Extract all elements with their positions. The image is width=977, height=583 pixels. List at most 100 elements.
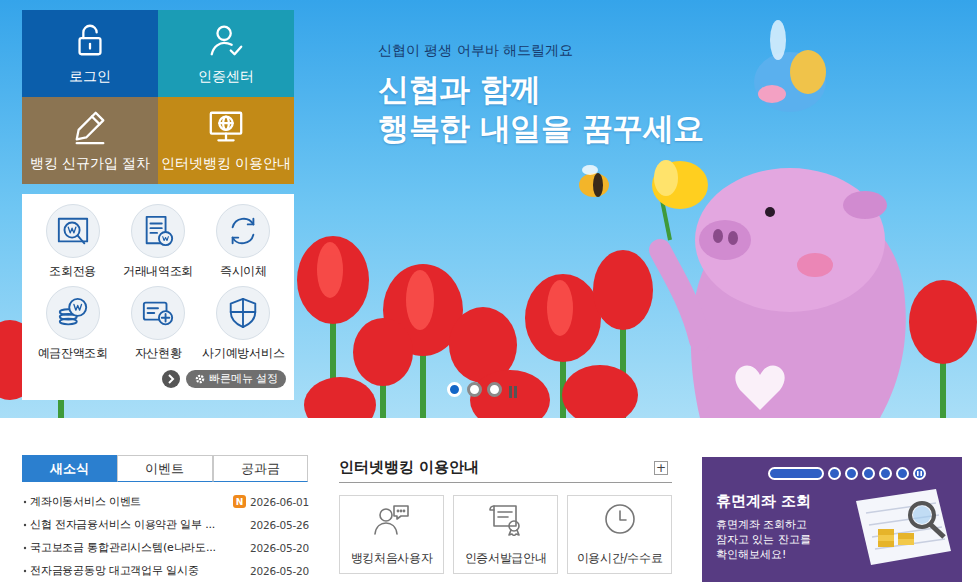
news-title-wrap: 계좌이동서비스 이벤트 N xyxy=(30,494,250,509)
lock-icon xyxy=(71,21,109,59)
dormant-slide-dot[interactable] xyxy=(845,467,858,480)
quick-menu-label: 예금잔액조회 xyxy=(38,345,108,362)
news-item[interactable]: 전자금융공동망 대고객업무 일시중2026-05-20 xyxy=(22,559,308,582)
monitor-globe-icon xyxy=(207,108,245,146)
next-arrow-icon xyxy=(162,370,180,388)
quick-menu-circle xyxy=(216,204,270,258)
news-title: 계좌이동서비스 이벤트 xyxy=(30,494,141,509)
tile-label: 인증센터 xyxy=(198,68,254,86)
main-tile[interactable]: 인터넷뱅킹 이용안내 xyxy=(158,97,294,184)
pause-icon xyxy=(913,467,926,480)
news-item[interactable]: 국고보조금 통합관리시스템(e나라도... 2026-05-20 xyxy=(22,536,308,559)
quick-menu-item[interactable]: 예금잔액조회 xyxy=(30,286,115,362)
banner-title: 신협과 함께 xyxy=(378,70,704,109)
quick-menu-footer: 빠른메뉴 설정 xyxy=(30,370,286,388)
guide-card[interactable]: 인증서발급안내 xyxy=(453,495,558,574)
quick-menu-item[interactable]: 사기예방서비스 xyxy=(201,286,286,362)
tile-label: 뱅킹 신규가입 절차 xyxy=(30,155,151,173)
news-title-wrap: 신협 전자금융서비스 이용약관 일부 ... xyxy=(30,517,250,532)
tile-label: 로그인 xyxy=(69,68,111,86)
description-line: 확인해보세요! xyxy=(716,547,948,562)
news-title-wrap: 전자금융공동망 대고객업무 일시중 xyxy=(30,563,250,578)
banner-subtitle: 신협이 평생 어부바 해드릴게요 xyxy=(378,42,704,60)
users-chat-icon xyxy=(372,502,412,542)
guide-card[interactable]: 뱅킹처음사용자 xyxy=(339,495,444,574)
transfer-arrows-icon xyxy=(226,214,260,248)
new-badge: N xyxy=(233,495,246,508)
main-tiles: 로그인 인증센터뱅킹 신규가입 절차 인터넷뱅킹 이용안내 xyxy=(22,10,294,184)
news-tab[interactable]: 공과금 xyxy=(213,455,308,482)
settings-label: 빠른메뉴 설정 xyxy=(209,372,278,386)
description-line: 휴면계좌 조회하고 xyxy=(716,517,948,532)
dormant-slide-dot[interactable] xyxy=(896,467,909,480)
quick-menu-label: 즉시이체 xyxy=(220,263,267,280)
slide-dot[interactable] xyxy=(447,382,462,397)
dormant-slide-dot[interactable] xyxy=(828,467,841,480)
guide-card-label: 인증서발급안내 xyxy=(465,550,547,567)
quick-panel: 로그인 인증센터뱅킹 신규가입 절차 인터넷뱅킹 이용안내 조회전용 거래내역조회 즉시… xyxy=(22,10,294,400)
more-button[interactable]: + xyxy=(654,461,668,475)
quick-menu-label: 자산현황 xyxy=(135,345,182,362)
news-date: 2026-05-26 xyxy=(250,519,308,531)
guide-card-label: 뱅킹처음사용자 xyxy=(351,550,433,567)
clock-icon xyxy=(600,502,640,542)
bullet-icon xyxy=(22,544,30,552)
quick-menu-label: 조회전용 xyxy=(49,263,96,280)
news-item[interactable]: 신협 전자금융서비스 이용약관 일부 ... 2026-05-26 xyxy=(22,513,308,536)
lower-section: 새소식이벤트공과금 계좌이동서비스 이벤트N2026-06-01신협 전자금융서… xyxy=(0,418,977,582)
main-tile[interactable]: 로그인 xyxy=(22,10,158,97)
main-tile[interactable]: 인증센터 xyxy=(158,10,294,97)
main-tile[interactable]: 뱅킹 신규가입 절차 xyxy=(22,97,158,184)
quick-menu-circle xyxy=(46,204,100,258)
tile-label: 인터넷뱅킹 이용안내 xyxy=(161,155,291,173)
main-banner[interactable]: 신협이 평생 어부바 해드릴게요신협과 함께행복한 내일을 꿈꾸세요 로그인 인증… xyxy=(0,0,977,418)
pause-icon xyxy=(507,384,519,396)
news-title: 전자금융공동망 대고객업무 일시중 xyxy=(30,563,199,578)
guide-header: 인터넷뱅킹 이용안내 + xyxy=(339,455,672,483)
banner-pagination xyxy=(447,382,519,397)
dormant-pagination xyxy=(768,467,948,480)
quick-menu-circle xyxy=(216,286,270,340)
news-item[interactable]: 계좌이동서비스 이벤트N2026-06-01 xyxy=(22,490,308,513)
news-title: 신협 전자금융서비스 이용약관 일부 ... xyxy=(30,517,215,532)
quick-menu-item[interactable]: 거래내역조회 xyxy=(115,204,200,280)
news-tab[interactable]: 새소식 xyxy=(22,455,117,482)
bullet-icon xyxy=(22,567,30,575)
banner-copy: 신협이 평생 어부바 해드릴게요신협과 함께행복한 내일을 꿈꾸세요 xyxy=(378,42,704,148)
dormant-account-banner[interactable]: 휴면계좌 조회휴면계좌 조회하고잠자고 있는 잔고를확인해보세요! xyxy=(702,457,962,582)
dormant-slide-dot[interactable] xyxy=(862,467,875,480)
dormant-description: 휴면계좌 조회하고잠자고 있는 잔고를확인해보세요! xyxy=(716,517,948,562)
slide-dot[interactable] xyxy=(467,382,482,397)
dormant-slide-dot[interactable] xyxy=(768,467,824,480)
quick-menu-item[interactable]: 즉시이체 xyxy=(201,204,286,280)
quick-menu-circle xyxy=(46,286,100,340)
quick-menu-item[interactable]: 자산현황 xyxy=(115,286,200,362)
quick-menu-circle xyxy=(131,204,185,258)
news-date: 2026-05-20 xyxy=(250,542,308,554)
quick-menu: 조회전용 거래내역조회 즉시이체예금잔액조회 자산현황 사기예방서비스 빠른메뉴 설정 xyxy=(22,194,294,400)
quick-menu-label: 사기예방서비스 xyxy=(202,345,284,362)
guide-title: 인터넷뱅킹 이용안내 xyxy=(339,458,479,477)
quick-menu-grid: 조회전용 거래내역조회 즉시이체예금잔액조회 자산현황 사기예방서비스 xyxy=(30,204,286,362)
dormant-slide-dot[interactable] xyxy=(879,467,892,480)
quick-menu-item[interactable]: 조회전용 xyxy=(30,204,115,280)
guide-panel: 인터넷뱅킹 이용안내 + 뱅킹처음사용자 인증서발급안내 이용시간/수수료 xyxy=(339,455,672,582)
shield-icon xyxy=(226,296,260,330)
user-check-icon xyxy=(207,21,245,59)
banner-title: 행복한 내일을 꿈꾸세요 xyxy=(378,109,704,148)
news-panel: 새소식이벤트공과금 계좌이동서비스 이벤트N2026-06-01신협 전자금융서… xyxy=(22,455,308,582)
gear-icon xyxy=(194,373,206,385)
news-list: 계좌이동서비스 이벤트N2026-06-01신협 전자금융서비스 이용약관 일부… xyxy=(22,490,308,582)
slide-dot[interactable] xyxy=(487,382,502,397)
document-coins-icon xyxy=(826,481,956,573)
document-won-icon xyxy=(141,214,175,248)
news-title: 국고보조금 통합관리시스템(e나라도... xyxy=(30,540,216,555)
certificate-icon xyxy=(486,502,526,542)
news-title-wrap: 국고보조금 통합관리시스템(e나라도... xyxy=(30,540,250,555)
news-tab[interactable]: 이벤트 xyxy=(117,455,212,482)
guide-cards: 뱅킹처음사용자 인증서발급안내 이용시간/수수료 xyxy=(339,495,672,574)
quick-menu-label: 거래내역조회 xyxy=(123,263,193,280)
news-tabs: 새소식이벤트공과금 xyxy=(22,455,308,482)
quick-menu-settings-button[interactable]: 빠른메뉴 설정 xyxy=(186,370,286,388)
guide-card[interactable]: 이용시간/수수료 xyxy=(567,495,672,574)
